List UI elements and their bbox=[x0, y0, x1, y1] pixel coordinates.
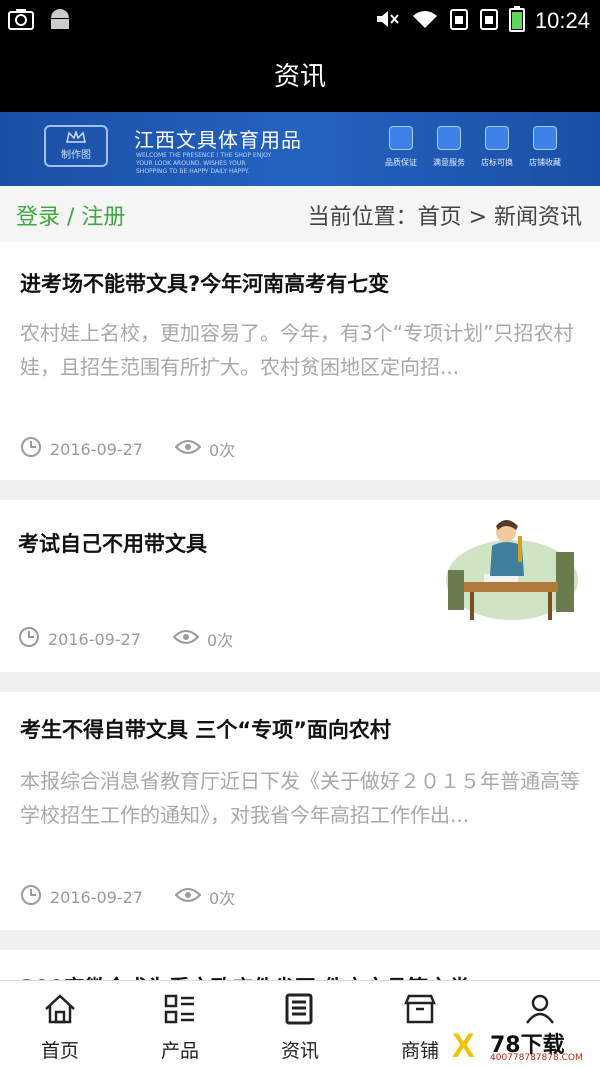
article-item[interactable]: 考试自己不用带文具 2016-09-27 0次 bbox=[0, 500, 600, 672]
clock-icon bbox=[18, 626, 40, 652]
tab-label: 首页 bbox=[40, 1040, 79, 1062]
article-meta: 2016-09-27 0次 bbox=[18, 626, 233, 652]
article-date: 2016-09-27 bbox=[50, 439, 143, 459]
eye-icon bbox=[174, 886, 202, 908]
article-views: 0次 bbox=[206, 631, 234, 650]
tag-icon bbox=[485, 126, 509, 150]
article-thumbnail[interactable] bbox=[444, 512, 580, 622]
badge-label: 品质保证 bbox=[385, 158, 417, 167]
sim1-icon bbox=[449, 8, 469, 34]
article-meta: 2016-09-27 0次 bbox=[20, 884, 235, 910]
mute-icon bbox=[375, 8, 401, 34]
badge-favorite[interactable]: 店铺收藏 bbox=[524, 126, 566, 168]
camera-icon bbox=[8, 8, 34, 34]
article-date: 2016-09-27 bbox=[48, 629, 141, 649]
article-views: 0次 bbox=[208, 441, 236, 460]
article-summary: 农村娃上名校，更加容易了。今年，有3个“专项计划”只招农村娃，且招生范围有所扩大… bbox=[20, 321, 574, 379]
home-icon bbox=[43, 993, 77, 1036]
badge-label: 店铺收藏 bbox=[529, 158, 561, 167]
medal-icon bbox=[437, 126, 461, 150]
article-meta: 2016-09-27 0次 bbox=[20, 436, 235, 462]
eye-icon bbox=[174, 438, 202, 460]
badge-label: 满意服务 bbox=[433, 158, 465, 167]
badge-service[interactable]: 满意服务 bbox=[428, 126, 470, 168]
clock-icon bbox=[20, 436, 42, 462]
article-summary: 本报综合消息省教育厅近日下发《关于做好２０１５年普通高等学校招生工作的通知》，对… bbox=[20, 769, 580, 827]
badge-logo-change[interactable]: 店标可换 bbox=[476, 126, 518, 168]
shop-banner[interactable]: 制作图 江西文具体育用品 WELCOME THE PRESENCE ! THE … bbox=[0, 112, 600, 186]
shop-tagline: WELCOME THE PRESENCE ! THE SHOP ENJOY YO… bbox=[136, 152, 272, 175]
title-bar: 资讯 bbox=[0, 40, 600, 112]
tab-home[interactable]: 首页 bbox=[0, 981, 120, 1067]
breadcrumb-bar: 登录 / 注册 当前位置：首页 > 新闻资讯 bbox=[0, 186, 600, 242]
article-date: 2016-09-27 bbox=[50, 887, 143, 907]
news-icon bbox=[283, 993, 317, 1036]
clock-icon bbox=[20, 884, 42, 910]
watermark-url: 400778787878.COM bbox=[490, 1053, 583, 1063]
article-title[interactable]: 考试自己不用带文具 bbox=[18, 528, 207, 558]
status-bar: 10:24 bbox=[0, 0, 600, 40]
android-icon bbox=[48, 8, 72, 34]
shop-badges: 品质保证 满意服务 店标可换 店铺收藏 bbox=[380, 126, 566, 168]
page-title: 资讯 bbox=[273, 62, 326, 92]
battery-icon bbox=[508, 6, 525, 36]
article-item[interactable]: 进考场不能带文具?今年河南高考有七变 农村娃上名校，更加容易了。今年，有3个“专… bbox=[0, 242, 600, 480]
shop-logo: 制作图 bbox=[44, 125, 108, 167]
watermark: X 78下载 400778787878.COM bbox=[450, 1027, 600, 1067]
article-views: 0次 bbox=[208, 889, 236, 908]
shop-name: 江西文具体育用品 bbox=[134, 128, 302, 152]
crown-icon bbox=[66, 129, 86, 146]
tab-label: 产品 bbox=[160, 1040, 199, 1062]
breadcrumb[interactable]: 当前位置：首页 > 新闻资讯 bbox=[308, 199, 582, 231]
login-register-link[interactable]: 登录 / 注册 bbox=[16, 199, 125, 231]
eye-icon bbox=[172, 628, 200, 650]
shop-logo-text: 制作图 bbox=[61, 150, 91, 161]
tab-label: 资讯 bbox=[280, 1040, 319, 1062]
list-icon bbox=[163, 993, 197, 1036]
article-item[interactable]: 考生不得自带文具 三个“专项”面向农村 本报综合消息省教育厅近日下发《关于做好２… bbox=[0, 692, 600, 930]
cart-icon bbox=[533, 126, 557, 150]
tab-label: 商铺 bbox=[400, 1040, 439, 1062]
watermark-x-logo: X bbox=[452, 1027, 475, 1065]
shield-icon bbox=[389, 126, 413, 150]
tab-news[interactable]: 资讯 bbox=[240, 981, 360, 1067]
sim2-icon bbox=[479, 8, 499, 34]
badge-quality[interactable]: 品质保证 bbox=[380, 126, 422, 168]
article-title[interactable]: 进考场不能带文具?今年河南高考有七变 bbox=[20, 268, 389, 298]
article-title[interactable]: 考生不得自带文具 三个“专项”面向农村 bbox=[20, 714, 391, 744]
wifi-icon bbox=[411, 8, 439, 34]
clock-time: 10:24 bbox=[534, 8, 590, 33]
tab-products[interactable]: 产品 bbox=[120, 981, 240, 1067]
store-icon bbox=[403, 993, 437, 1036]
badge-label: 店标可换 bbox=[481, 158, 513, 167]
